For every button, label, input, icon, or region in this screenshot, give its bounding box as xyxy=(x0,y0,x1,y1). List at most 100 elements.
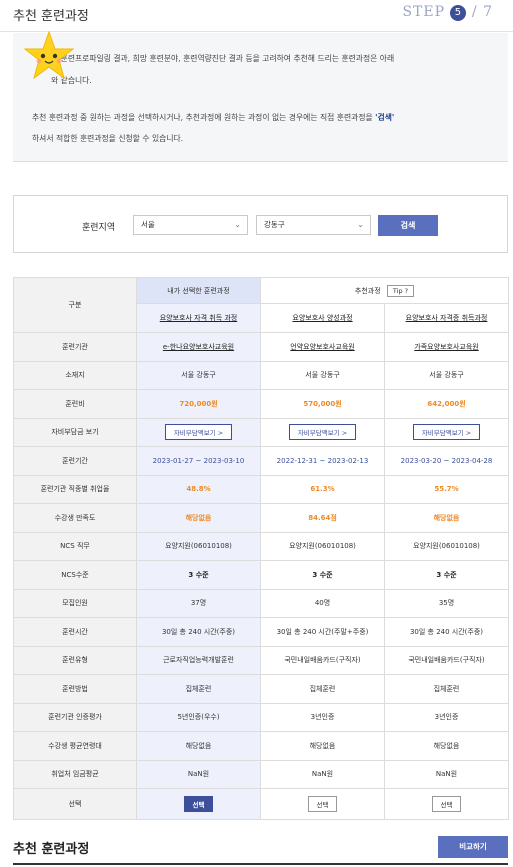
table-cell: 35명 xyxy=(384,588,509,618)
course-name-link[interactable]: 요양보호사 자격 취득 과정 xyxy=(136,303,261,333)
table-cell: 서울 강동구 xyxy=(136,360,261,390)
table-row: 모집인원 37명 40명 35명 xyxy=(13,588,509,618)
table-cell[interactable]: 자비부담액보기 > xyxy=(384,417,509,447)
table-cell[interactable]: 선택 xyxy=(384,788,509,820)
cell-value: 5년인증(우수) xyxy=(177,713,220,722)
course-name-link[interactable]: 요양보호사 자격증 취득과정 xyxy=(384,303,509,333)
table-cell: 해당없음 xyxy=(136,731,261,761)
tip-button[interactable]: Tip ? xyxy=(386,284,415,297)
table-cell[interactable]: 언약요양보호사교육원 xyxy=(260,332,385,362)
table-cell: 집체훈련 xyxy=(260,674,385,704)
row-label: 훈련유형 xyxy=(13,645,137,675)
row-label: 소재지 xyxy=(13,360,137,390)
cell-value: 서울 강동구 xyxy=(429,371,464,380)
row-label: 훈련시간 xyxy=(13,617,137,647)
row-label: 훈련비 xyxy=(13,389,137,419)
row-label: NCS수준 xyxy=(13,560,137,590)
table-cell: 55.7% xyxy=(384,474,509,504)
cell-value: 3 수준 xyxy=(188,570,209,579)
star-mascot-icon xyxy=(23,30,75,80)
table-cell: 84.64점 xyxy=(260,503,385,533)
institution-link[interactable]: 언약요양보호사교육원 xyxy=(290,343,354,351)
table-cell: NaN원 xyxy=(260,759,385,789)
step-number: 5 xyxy=(450,5,467,21)
row-label: 훈련기간 xyxy=(13,446,137,476)
table-cell: 3 수준 xyxy=(384,560,509,590)
divider xyxy=(13,863,508,865)
step-total: / 7 xyxy=(471,4,493,20)
institution-link[interactable]: e-한나요양보호사교육원 xyxy=(163,343,234,351)
region-label: 훈련지역 xyxy=(82,223,116,233)
header-recommended: 추천과정 Tip ? xyxy=(260,277,509,304)
table-cell: 40명 xyxy=(260,588,385,618)
table-cell[interactable]: 선택 xyxy=(260,788,385,820)
cell-value: 55.7% xyxy=(434,485,459,494)
table-row: 취업처 임금평균 NaN원 NaN원 NaN원 xyxy=(13,759,509,789)
course-name[interactable]: 요양보호사 자격 취득 과정 xyxy=(160,314,238,322)
row-label: 자비부담금 보기 xyxy=(13,417,137,447)
self-pay-view-button[interactable]: 자비부담액보기 > xyxy=(288,424,357,441)
table-cell[interactable]: 가족요양보호사교육원 xyxy=(384,332,509,362)
cell-value: 서울 강동구 xyxy=(181,371,216,380)
cell-value: 요양지원(06010108) xyxy=(413,542,480,551)
chevron-down-icon: ⌄ xyxy=(234,220,241,229)
search-button[interactable]: 검색 xyxy=(378,215,438,236)
course-name[interactable]: 요양보호사 자격증 취득과정 xyxy=(406,314,488,322)
cell-value: 48.8% xyxy=(186,485,211,494)
self-pay-view-button[interactable]: 자비부담액보기 > xyxy=(164,424,233,441)
district-select[interactable]: 강동구 ⌄ xyxy=(256,215,371,235)
cell-value: 720,000원 xyxy=(179,399,218,408)
cell-value: 3년인증 xyxy=(434,713,459,722)
self-pay-view-button[interactable]: 자비부담액보기 > xyxy=(412,424,481,441)
table-cell[interactable]: 자비부담액보기 > xyxy=(136,417,261,447)
compare-button[interactable]: 비교하기 xyxy=(438,836,508,858)
row-label: NCS 직무 xyxy=(13,531,137,561)
row-label: 훈련기관 직종별 취업율 xyxy=(13,474,137,504)
table-cell: 요양지원(06010108) xyxy=(136,531,261,561)
institution-link[interactable]: 가족요양보호사교육원 xyxy=(414,343,478,351)
info-line-1: 의 훈련프로파일링 결과, 희망 훈련분야, 훈련역량진단 결과 등을 고려하여… xyxy=(51,54,395,63)
cell-value: 2022-12-31 ~ 2023-02-13 xyxy=(276,456,369,465)
table-cell: 근로자직업능력개발훈련 xyxy=(136,645,261,675)
table-cell: 해당없음 xyxy=(260,731,385,761)
select-course-button[interactable]: 선택 xyxy=(431,796,462,812)
cell-value: 국민내일배움카드(구직자) xyxy=(408,656,485,665)
table-row: 훈련유형 근로자직업능력개발훈련 국민내일배움카드(구직자) 국민내일배움카드(구직자… xyxy=(13,645,509,675)
cell-value: 642,000원 xyxy=(427,399,466,408)
select-course-button[interactable]: 선택 xyxy=(307,796,338,812)
info-line-3-text: 추천 훈련과정 중 원하는 과정을 선택하시거나, 추천과정에 원하는 과정이 … xyxy=(32,113,376,122)
table-row: 훈련기간 2023-01-27 ~ 2023-03-10 2022-12-31 ~ … xyxy=(13,446,509,476)
cell-value: 해당없음 xyxy=(185,741,212,750)
table-cell: 30일 총 240 시간(주중) xyxy=(384,617,509,647)
cell-value: 61.3% xyxy=(310,485,335,494)
row-label: 수강생 평균연령대 xyxy=(13,731,137,761)
cell-value: 84.64점 xyxy=(308,513,337,522)
cell-value: 해당없음 xyxy=(185,513,212,522)
course-name-link[interactable]: 요양보호사 양성과정 xyxy=(260,303,385,333)
table-cell[interactable]: 선택 xyxy=(136,788,261,820)
district-select-value: 강동구 xyxy=(264,220,285,229)
cell-value: 요양지원(06010108) xyxy=(165,542,232,551)
table-cell: 48.8% xyxy=(136,474,261,504)
table-row: 훈련기관 직종별 취업율 48.8% 61.3% 55.7% xyxy=(13,474,509,504)
cell-value: 30일 총 240 시간(주중) xyxy=(409,627,484,636)
cell-value: 요양지원(06010108) xyxy=(289,542,356,551)
course-name[interactable]: 요양보호사 양성과정 xyxy=(292,314,352,322)
region-select[interactable]: 서울 ⌄ xyxy=(133,215,248,235)
select-course-button[interactable]: 선택 xyxy=(183,796,214,812)
row-label: 모집인원 xyxy=(13,588,137,618)
cell-value: NaN원 xyxy=(435,770,458,779)
cell-value: NaN원 xyxy=(311,770,334,779)
cell-value: 30일 총 240 시간(주중) xyxy=(161,627,236,636)
table-cell: 570,000원 xyxy=(260,389,385,419)
info-search-keyword: '검색' xyxy=(375,113,395,122)
cell-value: 해당없음 xyxy=(433,741,460,750)
row-label: 훈련기관 인증평가 xyxy=(13,702,137,732)
table-cell[interactable]: 자비부담액보기 > xyxy=(260,417,385,447)
page-title: 추천 훈련과정 xyxy=(13,9,89,24)
cell-value: 2023-01-27 ~ 2023-03-10 xyxy=(152,456,245,465)
header-recommended-label: 추천과정 xyxy=(354,286,381,295)
table-cell[interactable]: e-한나요양보호사교육원 xyxy=(136,332,261,362)
row-label: 선택 xyxy=(13,788,137,820)
table-cell: 642,000원 xyxy=(384,389,509,419)
